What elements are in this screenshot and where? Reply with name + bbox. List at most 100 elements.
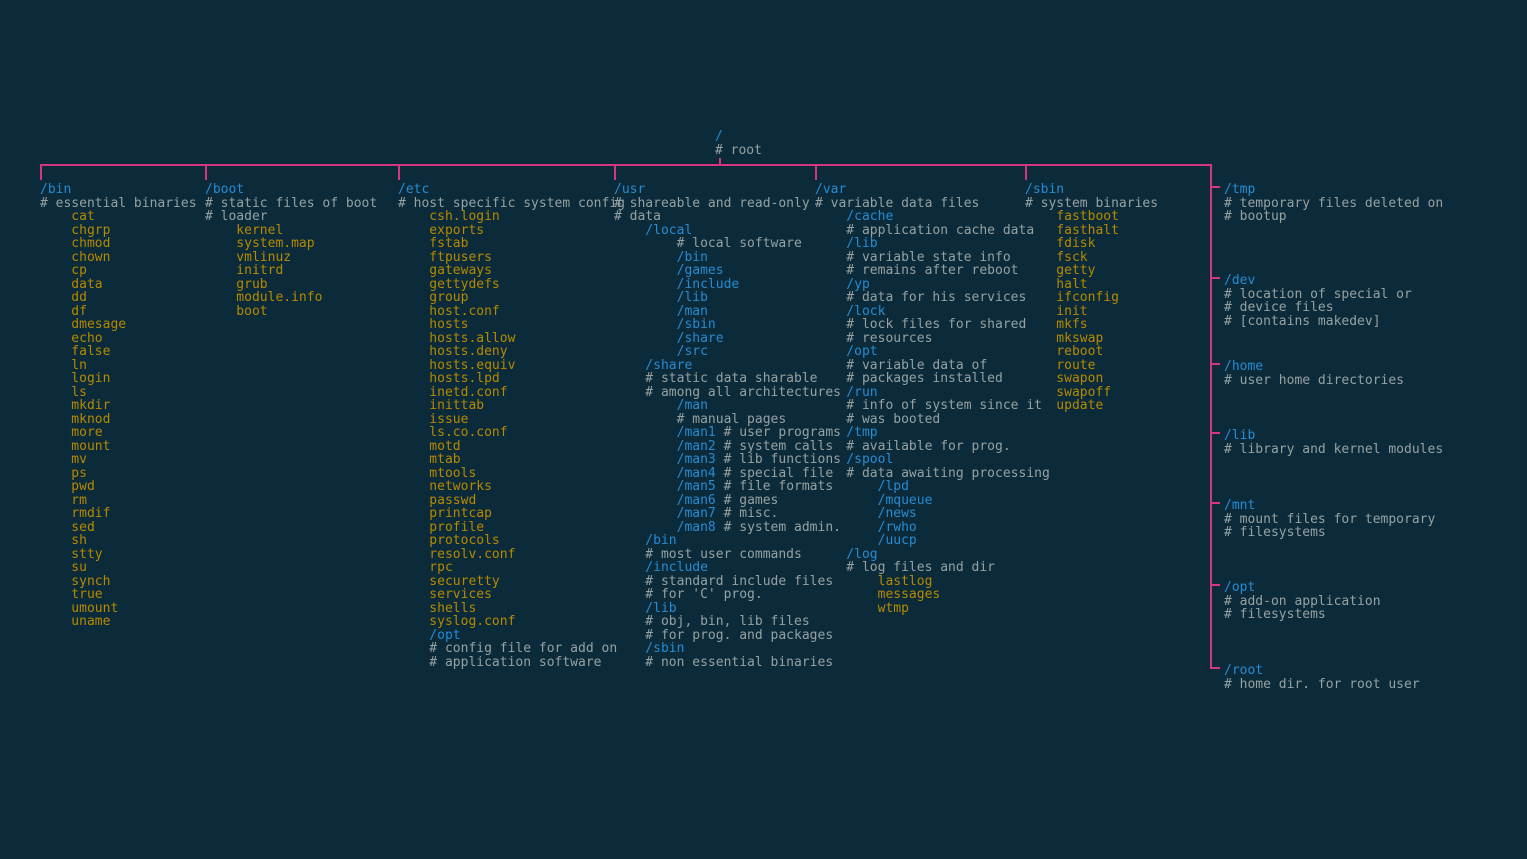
file-entry: synch (40, 575, 197, 589)
file-entry: module.info (205, 291, 377, 305)
subdir-entry: /bin (614, 251, 841, 265)
file-entry: hosts (398, 318, 625, 332)
comment-entry: # data awaiting processing (815, 467, 1050, 481)
file-entry: gateways (398, 264, 625, 278)
dir-mnt: /mnt# mount files for temporary# filesys… (1224, 499, 1435, 540)
file-entry: host.conf (398, 305, 625, 319)
dir-bin: /bin# essential binaries cat chgrp chmod… (40, 183, 197, 629)
file-entry: login (40, 372, 197, 386)
dir-boot: /boot# static files of boot# loader kern… (205, 183, 377, 318)
dir-comment: # user home directories (1224, 374, 1404, 388)
dir-comment: # home dir. for root user (1224, 678, 1420, 692)
file-entry: swapon (1025, 372, 1158, 386)
subdir-entry: /lib (614, 602, 841, 616)
root-node: / # root (715, 130, 762, 157)
dir-title: /dev (1224, 274, 1412, 288)
file-entry: init (1025, 305, 1158, 319)
file-entry: dd (40, 291, 197, 305)
comment-entry: # variable data of (815, 359, 1050, 373)
file-entry: cp (40, 264, 197, 278)
comment-entry: # was booted (815, 413, 1050, 427)
file-entry: fsck (1025, 251, 1158, 265)
dir-opt: /opt# add-on application# filesystems (1224, 581, 1381, 622)
subdir-entry: /include (614, 561, 841, 575)
subdir-entry: /lock (815, 305, 1050, 319)
file-entry: hosts.equiv (398, 359, 625, 373)
comment-entry: # most user commands (614, 548, 841, 562)
subdir-entry: /include (614, 278, 841, 292)
file-entry: rpc (398, 561, 625, 575)
file-entry: echo (40, 332, 197, 346)
file-entry: umount (40, 602, 197, 616)
dir-comment: # variable data files (815, 197, 1050, 211)
file-entry: rmdif (40, 507, 197, 521)
file-entry: hosts.allow (398, 332, 625, 346)
file-entry: networks (398, 480, 625, 494)
subdir-entry: /run (815, 386, 1050, 400)
dir-title: /lib (1224, 429, 1443, 443)
file-entry: protocols (398, 534, 625, 548)
dir-var: /var# variable data files /cache # appli… (815, 183, 1050, 615)
file-entry: system.map (205, 237, 377, 251)
dir-title: /etc (398, 183, 625, 197)
dir-title: /bin (40, 183, 197, 197)
subdir-entry: /tmp (815, 426, 1050, 440)
dir-title: /tmp (1224, 183, 1443, 197)
dir-comment: # [contains makedev] (1224, 315, 1412, 329)
dir-title: /opt (1224, 581, 1381, 595)
file-entry: profile (398, 521, 625, 535)
dir-lib: /lib# library and kernel modules (1224, 429, 1443, 456)
dir-comment: # shareable and read-only (614, 197, 841, 211)
file-entry: data (40, 278, 197, 292)
dir-comment: # mount files for temporary (1224, 513, 1435, 527)
dir-title: /var (815, 183, 1050, 197)
root-path: / (715, 130, 762, 144)
dir-title: /mnt (1224, 499, 1435, 513)
comment-entry: # non essential binaries (614, 656, 841, 670)
comment-entry: # manual pages (614, 413, 841, 427)
dir-title: /sbin (1025, 183, 1158, 197)
file-entry: exports (398, 224, 625, 238)
file-entry: ln (40, 359, 197, 373)
subdir-entry: /sbin (614, 642, 841, 656)
subdir-entry: /local (614, 224, 841, 238)
subdir-entry: /news (815, 507, 1050, 521)
subdir-entry: /man1 # user programs (614, 426, 841, 440)
file-entry: printcap (398, 507, 625, 521)
subdir-entry: /lpd (815, 480, 1050, 494)
dir-comment: # filesystems (1224, 526, 1435, 540)
file-entry: boot (205, 305, 377, 319)
file-entry: chown (40, 251, 197, 265)
dir-root: /root# home dir. for root user (1224, 664, 1420, 691)
subdir-entry: /log (815, 548, 1050, 562)
comment-entry: # for prog. and packages (614, 629, 841, 643)
file-entry: rm (40, 494, 197, 508)
file-entry: more (40, 426, 197, 440)
file-entry: gettydefs (398, 278, 625, 292)
file-entry: chmod (40, 237, 197, 251)
dir-comment: # host specific system config (398, 197, 625, 211)
subdir-entry: /cache (815, 210, 1050, 224)
file-entry: vmlinuz (205, 251, 377, 265)
file-entry: stty (40, 548, 197, 562)
file-entry: sed (40, 521, 197, 535)
dir-comment: # temporary files deleted on (1224, 197, 1443, 211)
file-entry: chgrp (40, 224, 197, 238)
dir-comment: # filesystems (1224, 608, 1381, 622)
file-entry: sh (40, 534, 197, 548)
file-entry: fastboot (1025, 210, 1158, 224)
comment-entry: # log files and dir (815, 561, 1050, 575)
file-entry: fstab (398, 237, 625, 251)
file-entry: fdisk (1025, 237, 1158, 251)
subdir-entry: /src (614, 345, 841, 359)
file-entry: dmesage (40, 318, 197, 332)
subdir-entry: /man6 # games (614, 494, 841, 508)
comment-entry: # obj, bin, lib files (614, 615, 841, 629)
file-entry: securetty (398, 575, 625, 589)
file-entry: messages (815, 588, 1050, 602)
comment-entry: # application cache data (815, 224, 1050, 238)
file-entry: resolv.conf (398, 548, 625, 562)
comment-entry: # static data sharable (614, 372, 841, 386)
file-entry: cat (40, 210, 197, 224)
file-entry: wtmp (815, 602, 1050, 616)
